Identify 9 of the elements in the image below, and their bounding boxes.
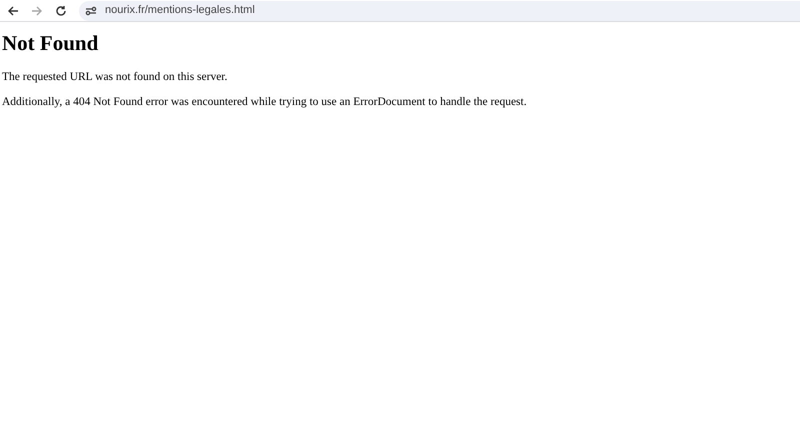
- url-text: nourix.fr/mentions-legales.html: [105, 3, 255, 18]
- reload-icon: [55, 4, 67, 16]
- paragraph: The requested URL was not found on this server.: [2, 70, 228, 85]
- paragraph: Additionally, a 404 Not Found error was encountered while trying to use an ErrorDocument to handle the request.: [2, 94, 527, 109]
- back-arrow-icon: [7, 4, 19, 16]
- forward-arrow-icon: [31, 4, 43, 16]
- page-heading: Not Found: [2, 30, 98, 56]
- address-field[interactable]: nourix.fr/mentions-legales.html: [79, 0, 800, 20]
- site-settings-icon[interactable]: [85, 6, 97, 16]
